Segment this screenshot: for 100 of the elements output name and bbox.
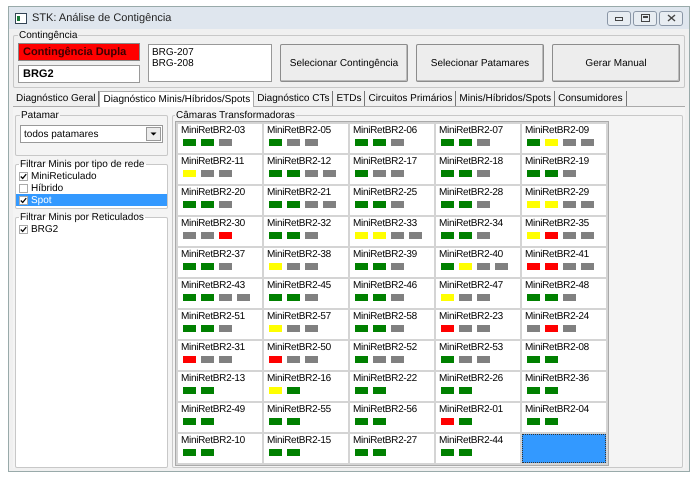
camera-card[interactable]: MiniRetBR2-40 — [436, 248, 520, 277]
tab[interactable]: Minis/Híbridos/Spots — [456, 91, 556, 106]
camera-card[interactable]: MiniRetBR2-29 — [522, 186, 606, 215]
camera-card[interactable]: MiniRetBR2-04 — [522, 403, 606, 432]
contingency-type-field[interactable]: Contingência Dupla — [18, 43, 140, 61]
close-button[interactable] — [659, 10, 683, 26]
tab[interactable]: ETDs — [333, 91, 366, 106]
camera-card[interactable]: MiniRetBR2-58 — [350, 310, 434, 339]
camera-card[interactable]: MiniRetBR2-48 — [522, 279, 606, 308]
camera-card[interactable]: MiniRetBR2-27 — [350, 434, 434, 463]
camera-card[interactable]: MiniRetBR2-33 — [350, 217, 434, 246]
camera-name: MiniRetBR2-05 — [267, 125, 332, 136]
camera-card[interactable]: MiniRetBR2-49 — [178, 403, 262, 432]
camera-card[interactable]: MiniRetBR2-24 — [522, 310, 606, 339]
checkbox[interactable] — [19, 196, 28, 204]
tab[interactable]: Diagnóstico CTs — [254, 91, 334, 106]
camera-card[interactable]: MiniRetBR2-38 — [264, 248, 348, 277]
camera-card[interactable]: MiniRetBR2-55 — [264, 403, 348, 432]
camera-card[interactable] — [522, 434, 606, 463]
camera-name: MiniRetBR2-35 — [525, 218, 590, 229]
camera-card[interactable]: MiniRetBR2-15 — [264, 434, 348, 463]
camera-card[interactable]: MiniRetBR2-41 — [522, 248, 606, 277]
camera-card[interactable]: MiniRetBR2-19 — [522, 155, 606, 184]
camera-name: MiniRetBR2-44 — [439, 435, 504, 446]
camera-card[interactable]: MiniRetBR2-21 — [264, 186, 348, 215]
camera-name: MiniRetBR2-22 — [353, 373, 418, 384]
camera-card[interactable]: MiniRetBR2-23 — [436, 310, 520, 339]
camera-name: MiniRetBR2-36 — [525, 373, 590, 384]
window-title: STK: Análise de Contigência — [32, 12, 172, 24]
camera-card[interactable]: MiniRetBR2-35 — [522, 217, 606, 246]
patamar-dropdown[interactable]: todos patamares — [20, 125, 163, 143]
camera-card[interactable]: MiniRetBR2-44 — [436, 434, 520, 463]
camera-card[interactable]: MiniRetBR2-30 — [178, 217, 262, 246]
camera-name: MiniRetBR2-34 — [439, 218, 504, 229]
camera-card[interactable]: MiniRetBR2-51 — [178, 310, 262, 339]
camera-card[interactable]: MiniRetBR2-34 — [436, 217, 520, 246]
maximize-button[interactable] — [633, 10, 657, 26]
camera-card[interactable]: MiniRetBR2-12 — [264, 155, 348, 184]
camera-card[interactable]: MiniRetBR2-01 — [436, 403, 520, 432]
camera-name: MiniRetBR2-17 — [353, 156, 418, 167]
camera-card[interactable]: MiniRetBR2-53 — [436, 341, 520, 370]
camera-card[interactable]: MiniRetBR2-22 — [350, 372, 434, 401]
camera-card[interactable]: MiniRetBR2-07 — [436, 124, 520, 153]
camera-name: MiniRetBR2-19 — [525, 156, 590, 167]
camera-card[interactable]: MiniRetBR2-47 — [436, 279, 520, 308]
app-icon — [15, 12, 27, 24]
camera-card[interactable]: MiniRetBR2-52 — [350, 341, 434, 370]
action-button[interactable]: Selecionar Patamares — [416, 44, 544, 82]
camera-card[interactable]: MiniRetBR2-57 — [264, 310, 348, 339]
camera-name: MiniRetBR2-39 — [353, 249, 418, 260]
group-label: Contingência — [18, 30, 78, 41]
tab[interactable]: Diagnóstico Minis/Híbridos/Spots — [99, 91, 254, 107]
tab[interactable]: Consumidores — [555, 91, 627, 106]
camera-card[interactable]: MiniRetBR2-13 — [178, 372, 262, 401]
camera-name: MiniRetBR2-18 — [439, 156, 504, 167]
checkbox[interactable] — [19, 184, 28, 192]
action-button[interactable]: Selecionar Contingência — [280, 44, 408, 82]
camera-card[interactable]: MiniRetBR2-37 — [178, 248, 262, 277]
camera-name: MiniRetBR2-08 — [525, 342, 590, 353]
checkbox[interactable] — [19, 224, 28, 234]
camera-card[interactable]: MiniRetBR2-06 — [350, 124, 434, 153]
camera-card[interactable]: MiniRetBR2-43 — [178, 279, 262, 308]
camera-card[interactable]: MiniRetBR2-36 — [522, 372, 606, 401]
camera-name: MiniRetBR2-04 — [525, 404, 590, 415]
camera-card[interactable]: MiniRetBR2-11 — [178, 155, 262, 184]
camera-name: MiniRetBR2-49 — [181, 404, 246, 415]
camera-card[interactable]: MiniRetBR2-39 — [350, 248, 434, 277]
camera-card[interactable]: MiniRetBR2-05 — [264, 124, 348, 153]
camera-card[interactable]: MiniRetBR2-03 — [178, 124, 262, 153]
camera-card[interactable]: MiniRetBR2-10 — [178, 434, 262, 463]
camera-card[interactable]: MiniRetBR2-20 — [178, 186, 262, 215]
minimize-button[interactable] — [607, 10, 631, 26]
tab[interactable]: Circuitos Primários — [365, 91, 456, 106]
camera-card[interactable]: MiniRetBR2-17 — [350, 155, 434, 184]
camera-name: MiniRetBR2-45 — [267, 280, 332, 291]
circuit-list[interactable]: BRG-207 BRG-208 — [148, 44, 272, 82]
camera-card[interactable]: MiniRetBR2-45 — [264, 279, 348, 308]
filter-item[interactable]: BRG2 — [16, 223, 167, 235]
action-button[interactable]: Gerar Manual — [552, 44, 680, 82]
filter-item[interactable]: Híbrido — [16, 182, 167, 194]
camera-card[interactable]: MiniRetBR2-28 — [436, 186, 520, 215]
camera-name: MiniRetBR2-29 — [525, 187, 590, 198]
list-item[interactable]: BRG-207 — [152, 47, 268, 58]
filter-item[interactable]: MiniReticulado — [16, 170, 167, 182]
camera-card[interactable]: MiniRetBR2-46 — [350, 279, 434, 308]
camera-card[interactable]: MiniRetBR2-56 — [350, 403, 434, 432]
camera-card[interactable]: MiniRetBR2-31 — [178, 341, 262, 370]
list-item[interactable]: BRG-208 — [152, 58, 268, 69]
camera-card[interactable]: MiniRetBR2-18 — [436, 155, 520, 184]
circuit-field[interactable]: BRG2 — [18, 65, 140, 83]
camera-card[interactable]: MiniRetBR2-25 — [350, 186, 434, 215]
camera-card[interactable]: MiniRetBR2-16 — [264, 372, 348, 401]
camera-card[interactable]: MiniRetBR2-09 — [522, 124, 606, 153]
camera-card[interactable]: MiniRetBR2-32 — [264, 217, 348, 246]
camera-name: MiniRetBR2-53 — [439, 342, 504, 353]
checkbox[interactable] — [19, 172, 28, 180]
camera-card[interactable]: MiniRetBR2-26 — [436, 372, 520, 401]
camera-card[interactable]: MiniRetBR2-50 — [264, 341, 348, 370]
camera-name: MiniRetBR2-13 — [181, 373, 246, 384]
camera-card[interactable]: MiniRetBR2-08 — [522, 341, 606, 370]
